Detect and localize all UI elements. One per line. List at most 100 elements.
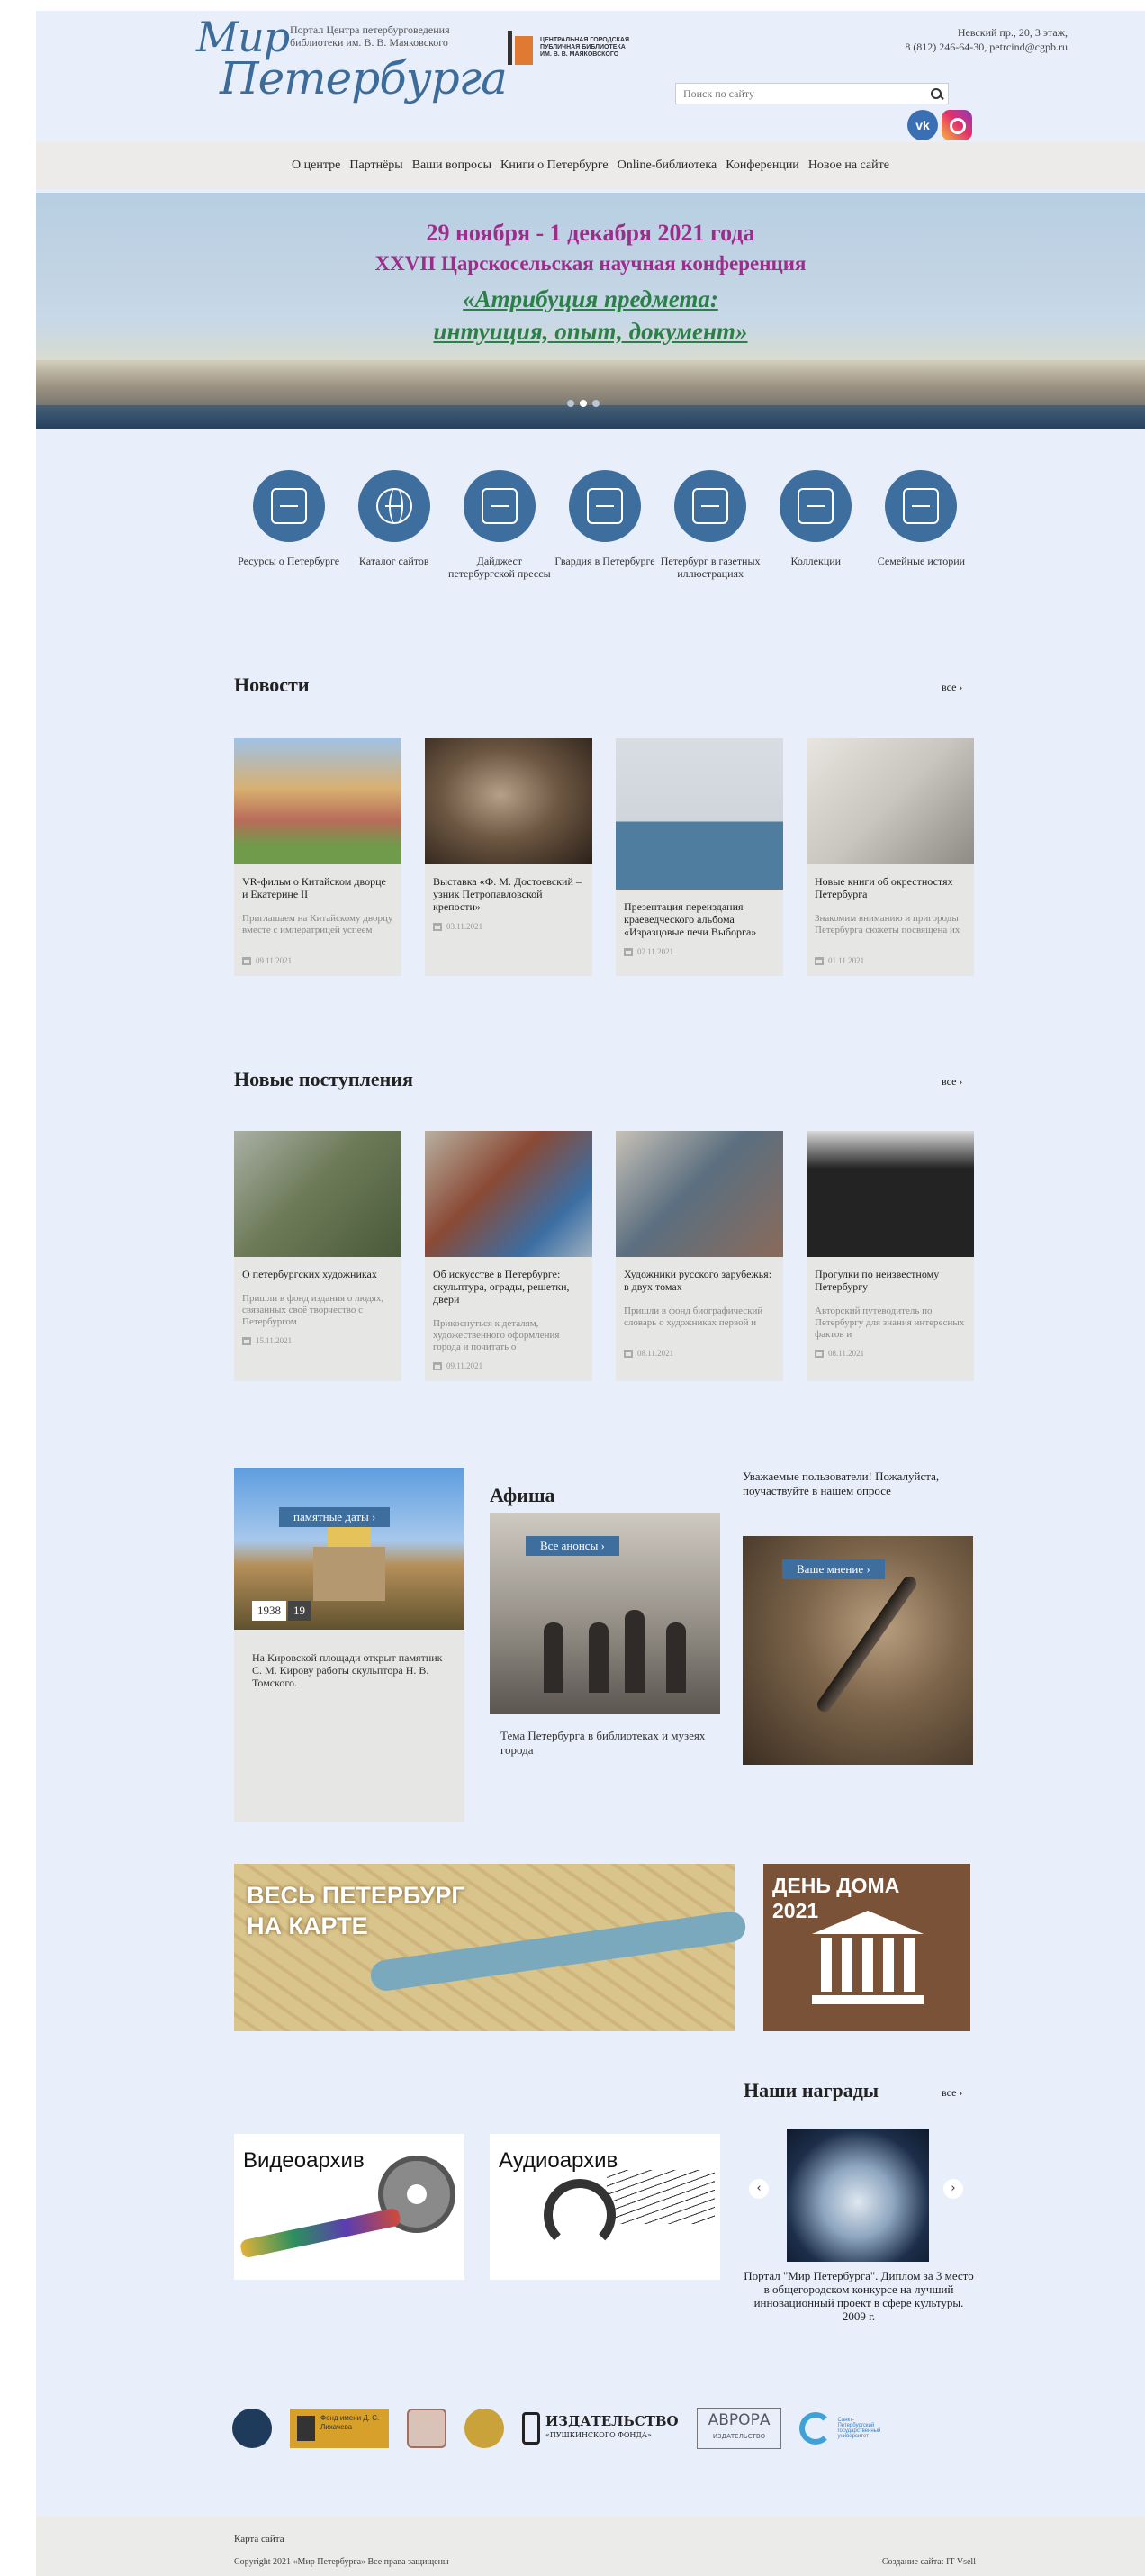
nav-item-new[interactable]: Новое на сайте bbox=[808, 158, 889, 173]
news-card-date: 03.11.2021 bbox=[425, 913, 592, 942]
copyright: Copyright 2021 «Мир Петербурга» Все прав… bbox=[234, 2557, 449, 2567]
vk-icon[interactable]: vk bbox=[907, 110, 938, 140]
arrival-card[interactable]: Об искусстве в Петербурге: скульптура, о… bbox=[425, 1131, 592, 1381]
calendar-icon bbox=[815, 1349, 824, 1358]
city-map-banner[interactable]: ВЕСЬ ПЕТЕРБУРГ НА КАРТЕ bbox=[234, 1864, 748, 2031]
partner-crest-logo[interactable] bbox=[407, 2409, 446, 2448]
banner-dates: 29 ноября - 1 декабря 2021 года bbox=[426, 220, 755, 246]
memorable-dates-button[interactable]: памятные даты › bbox=[279, 1507, 391, 1527]
banner-theme-line-2: интуиция, опыт, документ» bbox=[433, 318, 748, 345]
nav-item-partners[interactable]: Партнёры bbox=[349, 158, 402, 173]
quick-link-digest[interactable]: Дайджест петербургской прессы bbox=[446, 470, 552, 580]
afisha-image[interactable]: Все анонсы › bbox=[490, 1513, 720, 1714]
headphones-icon bbox=[544, 2179, 616, 2251]
memorable-dates-block[interactable]: памятные даты › 1938 19 На Кировской пло… bbox=[234, 1468, 464, 1822]
banner-theme-line-1: «Атрибуция предмета: bbox=[463, 285, 718, 312]
publisher-name: ИЗДАТЕЛЬСТВО «ПУШКИНСКОГО ФОНДА» bbox=[545, 2415, 679, 2442]
partner-emblem-logo[interactable] bbox=[232, 2409, 272, 2448]
arrival-card-date-text: 09.11.2021 bbox=[446, 1361, 483, 1370]
audio-archive-banner[interactable]: Аудиоархив bbox=[490, 2134, 720, 2280]
partner-publisher-logo[interactable]: ИЗДАТЕЛЬСТВО «ПУШКИНСКОГО ФОНДА» bbox=[522, 2412, 679, 2445]
arrival-card[interactable]: Прогулки по неизвестному Петербургу Авто… bbox=[807, 1131, 974, 1381]
awards-title: Наши награды bbox=[744, 2079, 879, 2101]
map-banner-line-1: ВЕСЬ ПЕТЕРБУРГ bbox=[247, 1882, 465, 1909]
house-day-line-2: 2021 bbox=[772, 1899, 819, 1922]
banner-dot-active[interactable] bbox=[580, 400, 587, 407]
arrival-card-date-text: 08.11.2021 bbox=[637, 1349, 674, 1358]
search-box bbox=[675, 83, 949, 104]
portal-caption: Портал Центра петербурговедения библиоте… bbox=[290, 23, 450, 49]
partner-medal-logo[interactable] bbox=[464, 2409, 504, 2448]
nav-item-books[interactable]: Книги о Петербурге bbox=[500, 158, 609, 173]
nav-item-about[interactable]: О центре bbox=[292, 158, 340, 173]
quick-link-collections[interactable]: Коллекции bbox=[763, 470, 869, 580]
afisha-text[interactable]: Тема Петербурга в библиотеках и музеях г… bbox=[500, 1729, 717, 1758]
video-archive-banner[interactable]: Видеоархив bbox=[234, 2134, 464, 2280]
chevron-right-icon[interactable]: › bbox=[943, 2179, 963, 2199]
arrival-card[interactable]: О петербургских художниках Пришли в фонд… bbox=[234, 1131, 401, 1381]
figure bbox=[625, 1610, 645, 1693]
search-icon[interactable] bbox=[924, 84, 948, 104]
all-announcements-button[interactable]: Все анонсы › bbox=[526, 1536, 619, 1556]
publisher-name-sub: «ПУШКИНСКОГО ФОНДА» bbox=[545, 2431, 652, 2439]
arrival-card-title: Прогулки по неизвестному Петербургу bbox=[815, 1268, 940, 1293]
guard-icon bbox=[568, 470, 641, 542]
news-card[interactable]: Презентация переиздания краеведческого а… bbox=[616, 738, 783, 976]
developer-credit[interactable]: Создание сайта: IT-Vsell bbox=[882, 2557, 976, 2567]
house-day-banner[interactable]: ДЕНЬ ДОМА 2021 bbox=[763, 1864, 970, 2031]
arrival-card-snippet: Пришли в фонд биографический словарь о х… bbox=[624, 1306, 763, 1328]
family-house-icon bbox=[885, 470, 958, 542]
sitemap-link[interactable]: Карта сайта bbox=[234, 2534, 284, 2544]
news-card[interactable]: Выставка «Ф. М. Достоевский – узник Петр… bbox=[425, 738, 592, 976]
partner-fund-logo[interactable]: Фонд имени Д. С. Лихачева bbox=[290, 2409, 389, 2448]
nav-item-questions[interactable]: Ваши вопросы bbox=[412, 158, 491, 173]
quick-link-guard[interactable]: Гвардия в Петербурге bbox=[552, 470, 657, 580]
library-logo-mark bbox=[508, 31, 535, 65]
contacts: Невский пр., 20, 3 этаж, 8 (812) 246-64-… bbox=[905, 25, 1068, 54]
news-card-snippet: Приглашаем на Китайскому дворцу вместе с… bbox=[242, 913, 393, 935]
map-banner-title: ВЕСЬ ПЕТЕРБУРГ НА КАРТЕ bbox=[247, 1880, 465, 1941]
instagram-icon[interactable] bbox=[942, 110, 972, 140]
arrival-card[interactable]: Художники русского зарубежья: в двух том… bbox=[616, 1131, 783, 1381]
quick-link-resources[interactable]: Ресурсы о Петербурге bbox=[236, 470, 341, 580]
library-logo-text: ЦЕНТРАЛЬНАЯ ГОРОДСКАЯ ПУБЛИЧНАЯ БИБЛИОТЕ… bbox=[540, 37, 629, 58]
publisher-name-main: ИЗДАТЕЛЬСТВО bbox=[545, 2413, 679, 2429]
banner-dot[interactable] bbox=[567, 400, 574, 407]
arrival-card-image bbox=[234, 1131, 401, 1257]
news-card-date-text: 02.11.2021 bbox=[637, 947, 674, 956]
nav-item-conferences[interactable]: Конференции bbox=[726, 158, 799, 173]
quick-link-catalog[interactable]: Каталог сайтов bbox=[341, 470, 446, 580]
quick-link-family[interactable]: Семейные истории bbox=[869, 470, 974, 580]
hero-banner[interactable]: 29 ноября - 1 декабря 2021 года XXVII Ца… bbox=[36, 193, 1145, 429]
figure bbox=[666, 1622, 686, 1693]
news-card-date: 01.11.2021 bbox=[807, 947, 974, 976]
year-main: 1938 bbox=[252, 1601, 286, 1621]
award-image[interactable] bbox=[787, 2129, 929, 2262]
calendar-icon bbox=[433, 1361, 442, 1370]
news-card[interactable]: Новые книги об окрестностях Петербурга З… bbox=[807, 738, 974, 976]
arrival-card-title: О петербургских художниках bbox=[242, 1268, 377, 1280]
survey-image[interactable]: Ваше мнение › bbox=[743, 1536, 973, 1765]
calendar-icon bbox=[624, 1349, 633, 1358]
banner-dot[interactable] bbox=[592, 400, 600, 407]
arrivals-all-link[interactable]: все › bbox=[942, 1075, 962, 1089]
calendar-icon bbox=[624, 947, 633, 956]
news-card-title: Новые книги об окрестностях Петербурга bbox=[815, 875, 953, 900]
partner-university-logo[interactable]: Санкт-Петербургский государственный унив… bbox=[799, 2412, 880, 2445]
chevron-left-icon[interactable]: ‹ bbox=[749, 2179, 769, 2199]
house-day-title: ДЕНЬ ДОМА 2021 bbox=[772, 1873, 899, 1923]
news-card[interactable]: VR-фильм о Китайском дворце и Екатерине … bbox=[234, 738, 401, 976]
your-opinion-button[interactable]: Ваше мнение › bbox=[782, 1559, 885, 1579]
banner-theme[interactable]: «Атрибуция предмета: интуиция, опыт, док… bbox=[36, 283, 1145, 348]
quick-link-illustrations[interactable]: Петербург в газетных иллюстрациях bbox=[658, 470, 763, 580]
partner-avrora-logo[interactable]: АВРОРА ИЗДАТЕЛЬСТВО bbox=[696, 2408, 782, 2449]
nav-item-online-library[interactable]: Online-библиотека bbox=[618, 158, 717, 173]
awards-all-link[interactable]: все › bbox=[942, 2086, 962, 2100]
search-input[interactable] bbox=[676, 84, 924, 104]
phone-email[interactable]: 8 (812) 246-64-30, petrcind@cgpb.ru bbox=[905, 40, 1068, 54]
quill-pen-illustration bbox=[814, 1573, 920, 1715]
library-logo[interactable]: ЦЕНТРАЛЬНАЯ ГОРОДСКАЯ ПУБЛИЧНАЯ БИБЛИОТЕ… bbox=[508, 31, 637, 65]
avrora-name: АВРОРА bbox=[708, 2411, 771, 2429]
news-card-title: Выставка «Ф. М. Достоевский – узник Петр… bbox=[433, 875, 582, 913]
news-all-link[interactable]: все › bbox=[942, 681, 962, 694]
